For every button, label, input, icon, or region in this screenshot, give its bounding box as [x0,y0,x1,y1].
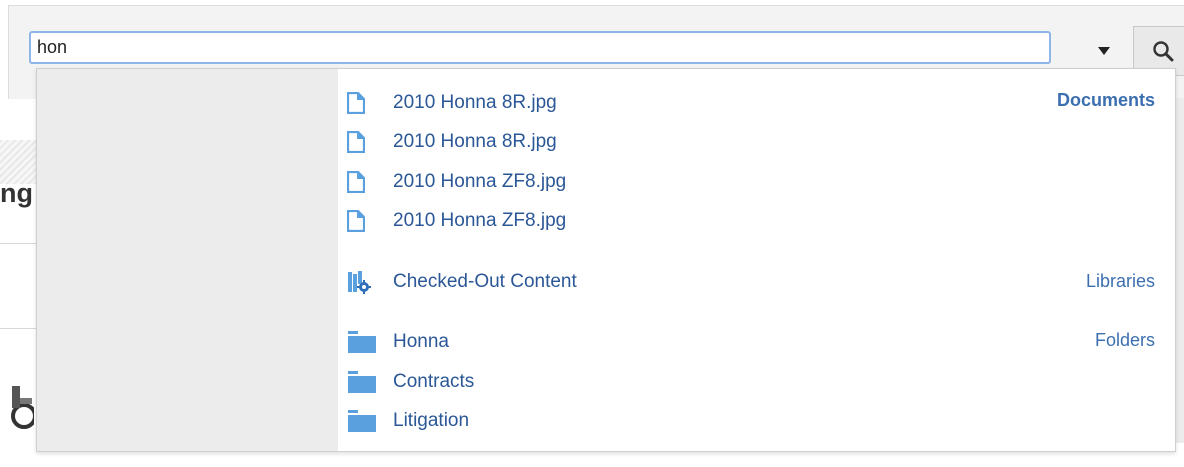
folder-item-label: Litigation [393,410,470,431]
document-icon [347,131,365,153]
folder-icon [348,371,376,393]
document-item-label: 2010 Honna ZF8.jpg [393,210,567,231]
motorcycle-thumbnail-fragment [11,386,34,429]
document-item-label: 2010 Honna ZF8.jpg [393,171,567,192]
category-libraries: Libraries [1085,271,1155,291]
category-folders: Folders [1094,330,1155,350]
category-panel [37,69,338,451]
library-item-label: Checked-Out Content [393,271,577,292]
search-icon [1152,41,1173,62]
document-icon [347,210,365,232]
folder-icon [348,331,376,353]
background-divider [0,328,36,329]
document-icon [347,92,365,114]
document-item[interactable]: 2010 Honna ZF8.jpg [347,207,566,235]
library-gear-icon [348,271,371,294]
document-item[interactable]: 2010 Honna ZF8.jpg [347,168,566,196]
folder-item[interactable]: Contracts [347,368,474,396]
search-input[interactable] [29,31,1051,64]
background-divider [0,243,36,244]
folder-item[interactable]: Litigation [347,407,469,435]
document-item-label: 2010 Honna 8R.jpg [393,92,557,113]
document-icon [347,171,365,193]
document-item[interactable]: 2010 Honna 8R.jpg [347,89,557,117]
background-scroll-edge [1176,98,1184,443]
folder-icon [348,410,376,432]
folder-item-label: Contracts [393,371,475,392]
background-text-fragment: ng [0,178,33,208]
caret-down-icon [1098,47,1110,55]
library-item[interactable]: Checked-Out Content [347,268,577,296]
folder-item[interactable]: Honna [347,328,449,356]
folder-item-label: Honna [393,331,449,352]
category-documents: Documents [1056,90,1155,110]
document-item[interactable]: 2010 Honna 8R.jpg [347,128,557,156]
search-suggestions-popup: Documents Libraries Folders 2010 Honna 8… [36,68,1176,452]
document-item-label: 2010 Honna 8R.jpg [393,131,557,152]
